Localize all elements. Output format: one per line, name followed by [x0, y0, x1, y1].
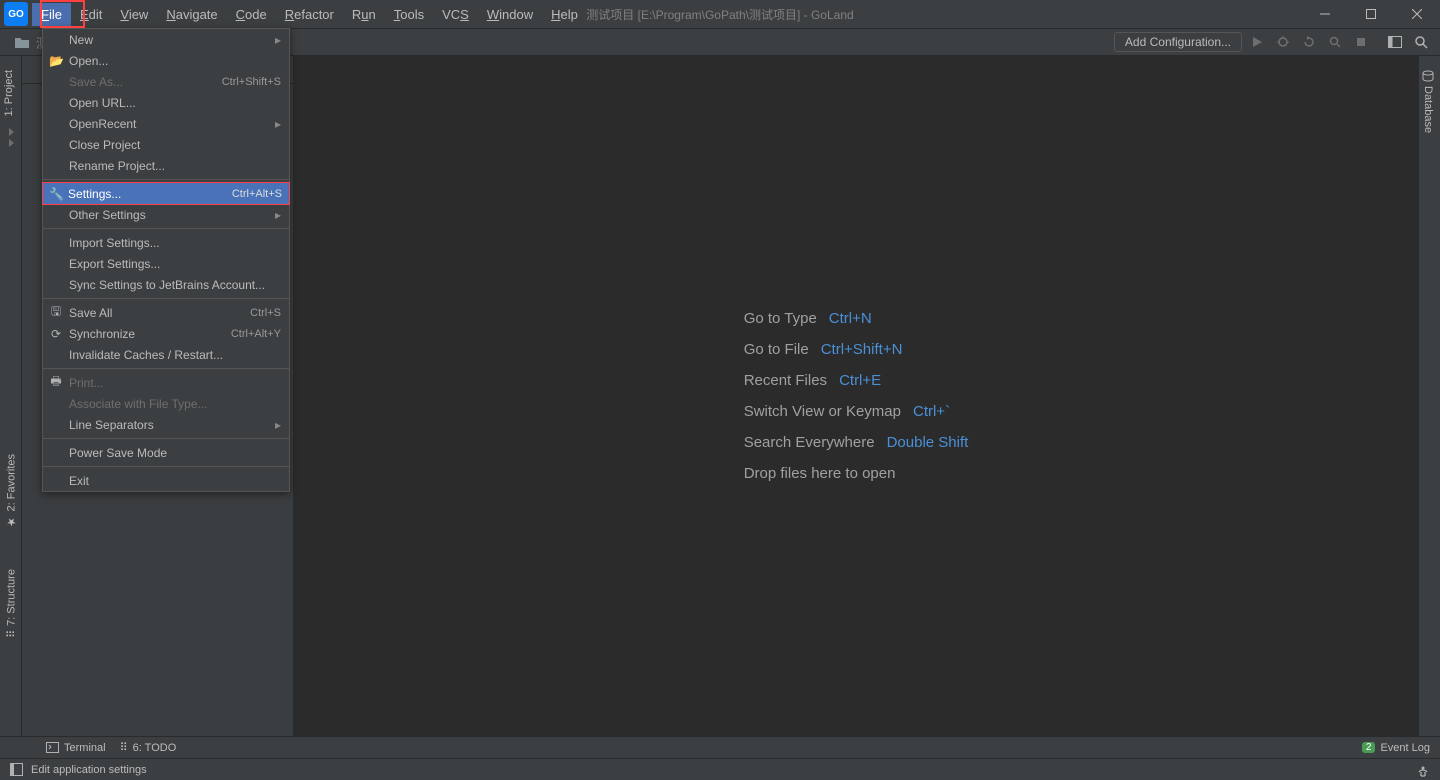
event-log[interactable]: 2 Event Log: [1362, 742, 1430, 754]
tip-key: Ctrl+Shift+N: [821, 341, 903, 358]
wrench-icon: 🔧: [49, 187, 63, 201]
menu-refactor[interactable]: Refactor: [276, 3, 343, 26]
list-icon: ⠿: [120, 741, 128, 754]
print-icon: 🖶: [49, 372, 63, 393]
chevron-right-icon: ▸: [275, 208, 281, 222]
tip-label: Search Everywhere: [744, 434, 875, 451]
menu-window[interactable]: Window: [478, 3, 542, 26]
search-icon[interactable]: [1410, 31, 1432, 53]
menu-other-settings[interactable]: Other Settings▸: [43, 204, 289, 225]
chevron-right-icon: ▸: [275, 33, 281, 47]
menu-close-project[interactable]: Close Project: [43, 134, 289, 155]
debug-icon[interactable]: [1272, 31, 1294, 53]
tip-label: Recent Files: [744, 372, 827, 389]
tip-key: Ctrl+`: [913, 403, 950, 420]
status-text: Edit application settings: [31, 764, 147, 776]
app-icon: GO: [4, 2, 28, 26]
menu-open[interactable]: 📂Open...: [43, 50, 289, 71]
menu-edit[interactable]: Edit: [71, 3, 111, 26]
menu-bar: File Edit View Navigate Code Refactor Ru…: [32, 0, 587, 28]
folder-open-icon: 📂: [49, 54, 63, 68]
tip-label: Drop files here to open: [744, 465, 896, 482]
menu-rename-project[interactable]: Rename Project...: [43, 155, 289, 176]
tab-todo[interactable]: ⠿ 6: TODO: [120, 741, 177, 754]
file-dropdown: New▸ 📂Open... Save As...Ctrl+Shift+S Ope…: [42, 28, 290, 492]
minimize-button[interactable]: [1302, 0, 1348, 28]
editor-area: Go to TypeCtrl+N Go to FileCtrl+Shift+N …: [294, 56, 1418, 736]
chevron-right-icon[interactable]: [7, 128, 15, 136]
menu-file[interactable]: File: [32, 3, 71, 26]
tab-project[interactable]: 1: Project: [0, 62, 18, 124]
add-configuration-button[interactable]: Add Configuration...: [1114, 32, 1242, 52]
tip-key: Double Shift: [887, 434, 969, 451]
menu-code[interactable]: Code: [227, 3, 276, 26]
menu-navigate[interactable]: Navigate: [157, 3, 226, 26]
event-badge: 2: [1362, 742, 1376, 753]
menu-vcs[interactable]: VCS: [433, 3, 478, 26]
save-all-icon: 🖫: [49, 302, 63, 323]
window-title: 测试项目 [E:\Program\GoPath\测试项目] - GoLand: [586, 6, 853, 23]
rerun-icon[interactable]: [1298, 31, 1320, 53]
tab-favorites[interactable]: ★ 2: Favorites: [2, 446, 21, 536]
menu-import-settings[interactable]: Import Settings...: [43, 232, 289, 253]
chevron-right-icon[interactable]: [7, 139, 15, 147]
menu-power-save[interactable]: Power Save Mode: [43, 442, 289, 463]
layout-icon[interactable]: [1384, 31, 1406, 53]
sync-icon: ⟳: [49, 327, 63, 341]
menu-tools[interactable]: Tools: [385, 3, 433, 26]
menu-exit[interactable]: Exit: [43, 470, 289, 491]
tab-structure[interactable]: ⠿ 7: Structure: [2, 561, 21, 646]
tip-label: Switch View or Keymap: [744, 403, 901, 420]
chevron-right-icon: ▸: [275, 117, 281, 131]
menu-view[interactable]: View: [111, 3, 157, 26]
menu-print: 🖶Print...: [43, 372, 289, 393]
folder-icon: [14, 35, 30, 49]
find-icon[interactable]: [1324, 31, 1346, 53]
menu-settings[interactable]: 🔧Settings...Ctrl+Alt+S: [42, 182, 290, 205]
run-icon[interactable]: [1246, 31, 1268, 53]
right-gutter: Database: [1418, 56, 1440, 736]
maximize-button[interactable]: [1348, 0, 1394, 28]
tip-key: Ctrl+N: [829, 310, 872, 327]
menu-associate: Associate with File Type...: [43, 393, 289, 414]
tip-label: Go to File: [744, 341, 809, 358]
menu-new[interactable]: New▸: [43, 29, 289, 50]
tip-label: Go to Type: [744, 310, 817, 327]
menu-open-url[interactable]: Open URL...: [43, 92, 289, 113]
menu-run[interactable]: Run: [343, 3, 385, 26]
menu-sync-settings[interactable]: Sync Settings to JetBrains Account...: [43, 274, 289, 295]
hector-icon[interactable]: [1416, 763, 1430, 777]
left-gutter: 1: Project ★ 2: Favorites ⠿ 7: Structure: [0, 56, 22, 736]
tip-key: Ctrl+E: [839, 372, 881, 389]
menu-line-separators[interactable]: Line Separators▸: [43, 414, 289, 435]
chevron-right-icon: ▸: [275, 418, 281, 432]
menu-synchronize[interactable]: ⟳SynchronizeCtrl+Alt+Y: [43, 323, 289, 344]
menu-export-settings[interactable]: Export Settings...: [43, 253, 289, 274]
context-icon[interactable]: [10, 763, 23, 776]
tab-database[interactable]: Database: [1419, 62, 1437, 141]
tab-terminal[interactable]: Terminal: [46, 742, 106, 754]
terminal-icon: [46, 742, 59, 753]
menu-help[interactable]: Help: [542, 3, 587, 26]
menu-save-all[interactable]: 🖫Save AllCtrl+S: [43, 302, 289, 323]
stop-icon[interactable]: [1350, 31, 1372, 53]
menu-open-recent[interactable]: Open Recent▸: [43, 113, 289, 134]
menu-save-as: Save As...Ctrl+Shift+S: [43, 71, 289, 92]
menu-invalidate[interactable]: Invalidate Caches / Restart...: [43, 344, 289, 365]
close-button[interactable]: [1394, 0, 1440, 28]
